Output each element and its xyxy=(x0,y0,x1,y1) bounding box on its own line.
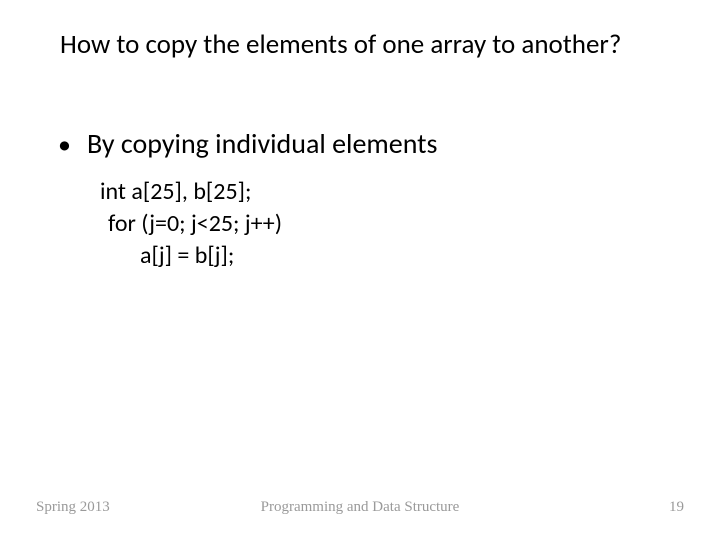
bullet-text: By copying individual elements xyxy=(87,128,438,160)
code-line: a[j] = b[j]; xyxy=(100,240,680,272)
bullet-icon: • xyxy=(58,128,71,160)
page-number: 19 xyxy=(669,499,684,516)
code-line: int a[25], b[25]; xyxy=(100,176,680,208)
code-block: int a[25], b[25]; for (j=0; j<25; j++) a… xyxy=(100,176,680,272)
slide: How to copy the elements of one array to… xyxy=(0,0,720,540)
footer-course: Programming and Data Structure xyxy=(0,499,720,516)
bullet-item: • By copying individual elements xyxy=(58,128,680,160)
code-line: for (j=0; j<25; j++) xyxy=(100,208,680,240)
slide-body: • By copying individual elements int a[2… xyxy=(58,128,680,272)
slide-title: How to copy the elements of one array to… xyxy=(60,28,680,61)
